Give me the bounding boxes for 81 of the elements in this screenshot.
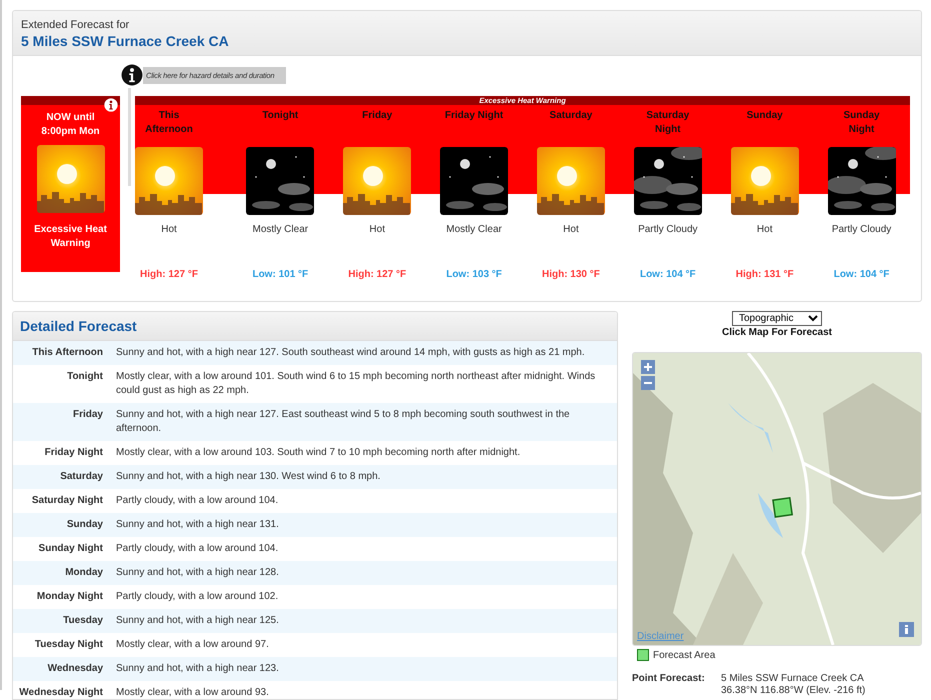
forecast-text: Sunny and hot, with a high near 128. (115, 566, 280, 580)
temperature: High: 127 °F (139, 269, 199, 280)
moon-icon (246, 147, 314, 215)
period-label: Wednesday Night (18, 686, 103, 699)
short-forecast: Partly Cloudy (832, 224, 892, 237)
short-forecast: Mostly Clear (446, 224, 502, 237)
forecast-text: Sunny and hot, with a high near 127. East southeast wind 5 to 8 mph becoming south southwest in the afternoon. (115, 408, 571, 436)
period-name: This Afternoon (144, 109, 194, 137)
plus-icon (644, 363, 652, 371)
point-location: 5 Miles SSW Furnace Creek CA (721, 673, 865, 685)
temperature: Low: 101 °F (252, 269, 308, 280)
period-label: Monday (64, 566, 103, 580)
map-instruction: Click Map For Forecast (722, 327, 832, 338)
legend-label: Forecast Area (653, 650, 716, 660)
forecast-text: Mostly clear, with a low around 93. (115, 686, 270, 699)
short-forecast: Partly Cloudy (638, 224, 698, 237)
temperature: Low: 104 °F (834, 269, 890, 280)
period-label: Sunday (66, 518, 103, 532)
hazard-card[interactable]: NOW until 8:00pm Mon Excessive Heat Warning (21, 96, 120, 272)
period-name: Saturday (548, 109, 594, 123)
short-forecast: Mostly Clear (252, 224, 308, 237)
period-label: Friday (72, 408, 103, 422)
period-name: Friday Night (444, 109, 504, 123)
short-forecast: Hot (563, 224, 579, 237)
sun-skyline-icon (730, 147, 799, 215)
temperature: Low: 103 °F (446, 269, 502, 280)
point-forecast-label: Point Forecast: (632, 673, 706, 686)
period-label: This Afternoon (31, 346, 103, 360)
moon-clouds-icon (634, 147, 702, 215)
map-layer-select[interactable]: Topographic (732, 311, 822, 326)
forecast-text: Partly cloudy, with a low around 102. (115, 590, 280, 604)
short-forecast: Hot (369, 224, 385, 237)
section-title: Detailed Forecast (20, 318, 137, 334)
forecast-text: Sunny and hot, with a high near 123. (115, 662, 280, 676)
period-label: Monday Night (36, 590, 103, 604)
info-button[interactable] (899, 622, 914, 637)
period-label: Friday Night (44, 446, 103, 460)
period-label: Saturday (59, 470, 103, 484)
info-icon[interactable] (104, 98, 118, 112)
period-name: Tonight (261, 109, 300, 123)
sun-skyline-icon (343, 147, 412, 215)
sun-skyline-icon (536, 147, 605, 215)
zoom-out-button[interactable] (641, 376, 655, 390)
info-icon[interactable] (121, 64, 143, 86)
header-caption: Extended Forecast for (21, 19, 130, 31)
period-name: Friday (361, 109, 394, 123)
period-label: Tonight (66, 370, 103, 384)
sun-skyline-icon (36, 145, 104, 213)
sun-skyline-icon (135, 147, 203, 215)
period-name: Sunday Night (842, 109, 881, 137)
minus-icon (644, 379, 652, 387)
forecast-text: Sunny and hot, with a high near 131. (115, 518, 280, 532)
period-name: Saturday Night (645, 109, 690, 137)
period-label: Saturday Night (30, 494, 103, 508)
temperature: High: 130 °F (542, 269, 600, 280)
forecast-text: Mostly clear, with a low around 101. South wind 6 to 15 mph becoming north northeast after midnight. Winds could gust as high as 22 mph. (115, 370, 596, 398)
moon-icon (440, 147, 508, 215)
forecast-text: Sunny and hot, with a high near 127. South southeast wind around 14 mph, with gusts as high as 21 mph. (115, 346, 586, 360)
temperature: High: 127 °F (348, 269, 406, 280)
forecast-text: Sunny and hot, with a high near 125. (115, 614, 280, 628)
forecast-text: Mostly clear, with a low around 103. South wind 7 to 10 mph becoming north after midnight. (115, 446, 522, 460)
period-label: Sunday Night (38, 542, 103, 556)
temperature: High: 131 °F (736, 269, 794, 280)
short-forecast: Hot (160, 224, 178, 237)
forecast-text: Partly cloudy, with a low around 104. (115, 542, 280, 556)
short-forecast: Hot (756, 224, 772, 237)
zoom-in-button[interactable] (641, 360, 655, 374)
legend-swatch (637, 649, 649, 661)
period-label: Tuesday (62, 614, 103, 628)
hazard-time: NOW until 8:00pm Mon (40, 111, 101, 139)
point-coordinates: 36.38°N 116.88°W (Elev. -216 ft) (721, 685, 866, 697)
period-label: Wednesday (46, 662, 103, 676)
forecast-text: Mostly clear, with a low around 97. (115, 638, 270, 652)
forecast-text: Sunny and hot, with a high near 130. West wind 6 to 8 mph. (115, 470, 382, 484)
temperature: Low: 104 °F (640, 269, 696, 280)
period-label: Tuesday Night (34, 638, 103, 652)
period-name: Sunday (746, 109, 784, 123)
forecast-text: Partly cloudy, with a low around 104. (115, 494, 280, 508)
moon-clouds-icon (828, 147, 896, 215)
hazard-name: Excessive Heat Warning (33, 223, 108, 251)
location-title: 5 Miles SSW Furnace Creek CA (21, 33, 230, 49)
